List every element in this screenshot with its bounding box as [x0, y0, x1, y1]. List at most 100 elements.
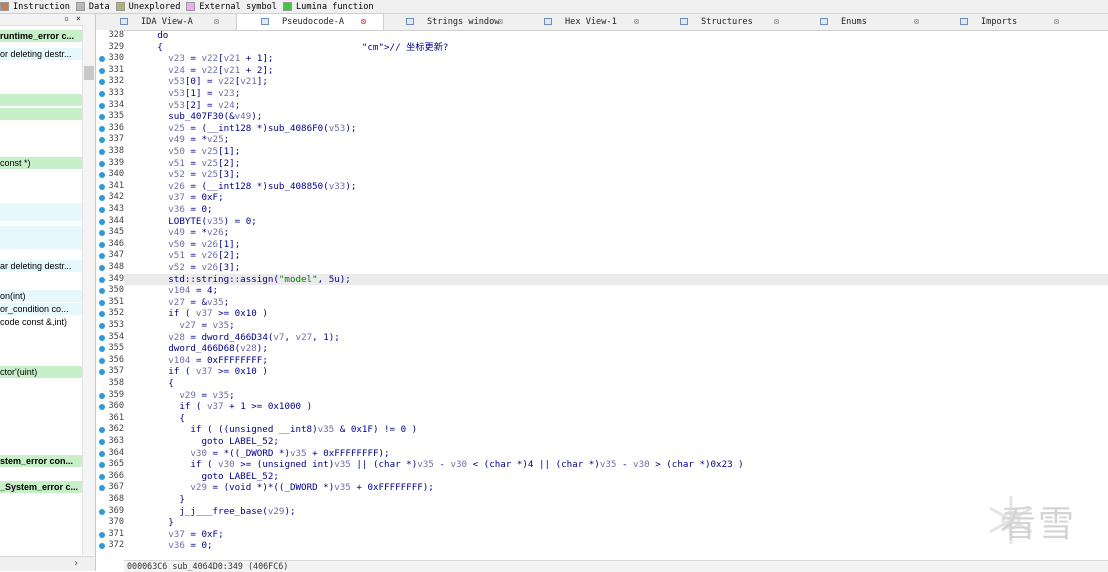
code-line[interactable]: v53[0] = v22[v21];	[124, 76, 1108, 88]
code-line[interactable]: if ( v30 >= (unsigned int)v35 || (char *…	[124, 459, 1108, 471]
breakpoint-dot-icon[interactable]	[99, 392, 105, 399]
breakpoint-dot-icon[interactable]	[99, 207, 105, 213]
breakpoint-dot-icon[interactable]	[99, 276, 105, 283]
code-line[interactable]: v24 = v22[v21 + 2];	[124, 65, 1108, 77]
code-line[interactable]: v30 = *((_DWORD *)v35 + 0xFFFFFFFF);	[124, 448, 1108, 460]
code-line[interactable]: v26 = (__int128 *)sub_408850(v33);	[124, 181, 1108, 193]
tab-4[interactable]: Structures ⊠	[656, 14, 796, 30]
code-line[interactable]: do	[124, 30, 1108, 42]
function-list-item[interactable]: ctor'(uint)	[0, 366, 82, 378]
code-line[interactable]: if ( ((unsigned __int8)v35 & 0x1F) != 0 …	[124, 424, 1108, 436]
function-list-item[interactable]: code const &,int)	[0, 316, 82, 328]
code-line[interactable]: v51 = v26[2];	[124, 250, 1108, 262]
functions-panel: ▫ × runtime_error c... or deleting destr.…	[0, 14, 96, 571]
function-list-item[interactable]: const *)	[0, 157, 82, 169]
breakpoint-dot-icon[interactable]	[99, 531, 105, 538]
code-line[interactable]: v53[2] = v24;	[124, 100, 1108, 112]
code-line[interactable]: v23 = v22[v21 + 1];	[124, 53, 1108, 65]
code-line[interactable]: v52 = v26[3];	[124, 262, 1108, 274]
code-line[interactable]: v52 = v25[3];	[124, 169, 1108, 181]
breakpoint-dot-icon[interactable]	[99, 102, 105, 109]
tab-close-icon[interactable]: ⊠	[914, 14, 919, 30]
code-line[interactable]: v36 = 0;	[124, 204, 1108, 216]
breakpoint-dot-icon[interactable]	[99, 125, 105, 132]
code-line[interactable]: if ( v37 + 1 >= 0x1000 )	[124, 401, 1108, 413]
function-list-item[interactable]: stem_error con...	[0, 455, 82, 467]
code-line[interactable]: v51 = v25[2];	[124, 158, 1108, 170]
code-line[interactable]: if ( v37 >= 0x10 )	[124, 366, 1108, 378]
breakpoint-dot-icon[interactable]	[99, 67, 105, 74]
code-line[interactable]: {	[124, 378, 1108, 390]
function-list-item[interactable]: _System_error c...	[0, 481, 82, 493]
breakpoint-dot-icon[interactable]	[99, 160, 105, 167]
breakpoint-dot-icon[interactable]	[99, 91, 105, 97]
code-line[interactable]: v28 = dword_466D34(v7, v27, 1);	[124, 332, 1108, 344]
horizontal-scrollbar[interactable]: ›	[0, 556, 95, 571]
breakpoint-dot-icon[interactable]	[99, 241, 105, 248]
function-list-item[interactable]: ar deleting destr...	[0, 260, 82, 272]
code-line[interactable]: std::string::assign("model", 5u);	[124, 273, 1108, 286]
code-line[interactable]: v25 = (__int128 *)sub_4086F0(v53);	[124, 123, 1108, 135]
function-list-item[interactable]: on(int)	[0, 290, 82, 302]
tab-close-icon[interactable]: ⊠	[774, 14, 779, 30]
tab-close-icon[interactable]: ⊠	[634, 14, 639, 30]
scroll-right-arrow-icon[interactable]: ›	[73, 557, 79, 570]
code-line[interactable]: v49 = *v25;	[124, 134, 1108, 146]
code-line[interactable]: v104 = 4;	[124, 285, 1108, 297]
functions-scrollbar[interactable]	[82, 25, 95, 555]
code-line[interactable]: { "cm">// 坐标更新?	[124, 42, 1108, 54]
code-line[interactable]: v29 = v35;	[124, 390, 1108, 402]
code-line[interactable]: v27 = v35;	[124, 320, 1108, 332]
breakpoint-dot-icon[interactable]	[99, 450, 105, 457]
code-line[interactable]: sub_407F30(&v49);	[124, 111, 1108, 123]
function-list-item[interactable]	[0, 108, 82, 120]
breakpoint-dot-icon[interactable]	[99, 473, 105, 480]
code-line[interactable]: v50 = v25[1];	[124, 146, 1108, 158]
breakpoint-dot-icon[interactable]	[99, 334, 105, 341]
code-line[interactable]: if ( v37 >= 0x10 )	[124, 308, 1108, 320]
breakpoint-dot-icon[interactable]	[99, 508, 105, 515]
tab-5[interactable]: Enums ⊠	[796, 14, 936, 30]
code-line[interactable]: LOBYTE(v35) = 0;	[124, 216, 1108, 228]
breakpoint-dot-icon[interactable]	[99, 357, 105, 364]
function-list-item[interactable]	[0, 209, 82, 221]
tab-3[interactable]: Hex View-1 ⊠	[520, 14, 656, 30]
function-list-item[interactable]	[0, 94, 82, 106]
line-number: 368	[108, 494, 124, 504]
scrollbar-thumb[interactable]	[84, 66, 94, 80]
code-line[interactable]: v37 = 0xF;	[124, 192, 1108, 204]
breakpoint-dot-icon[interactable]	[99, 299, 105, 306]
panel-close-button[interactable]: ×	[76, 14, 81, 23]
tab-close-icon[interactable]: ⊠	[1054, 14, 1059, 30]
legend-swatch	[115, 2, 125, 11]
code-line[interactable]: goto LABEL_52;	[124, 471, 1108, 483]
tab-close-icon[interactable]: ⊠	[361, 14, 366, 30]
tab-close-icon[interactable]: ⊠	[214, 14, 219, 30]
pseudocode-view[interactable]: do { "cm">// 坐标更新? v23 = v22[v21 + 1]; v…	[124, 30, 1108, 560]
code-line[interactable]: v50 = v26[1];	[124, 239, 1108, 251]
breakpoint-dot-icon[interactable]	[99, 149, 105, 155]
code-line[interactable]: {	[124, 413, 1108, 425]
code-line[interactable]: v53[1] = v23;	[124, 88, 1108, 100]
functions-panel-header: ▫ ×	[0, 14, 95, 26]
code-line[interactable]: dword_466D68(v28);	[124, 343, 1108, 355]
function-list-item[interactable]: runtime_error c...	[0, 30, 82, 42]
breakpoint-dot-icon[interactable]	[99, 218, 105, 225]
tab-0[interactable]: IDA View-A ⊠	[96, 14, 236, 30]
panel-float-button[interactable]: ▫	[64, 14, 69, 23]
tab-2[interactable]: Strings window ⊠	[382, 14, 520, 30]
tab-close-icon[interactable]: ⊠	[498, 14, 503, 30]
code-line[interactable]: v27 = &v35;	[124, 297, 1108, 309]
breakpoint-dot-icon[interactable]	[99, 265, 105, 271]
tab-1[interactable]: Pseudocode-A ⊠	[236, 14, 384, 30]
code-line[interactable]: goto LABEL_52;	[124, 436, 1108, 448]
breakpoint-dot-icon[interactable]	[99, 439, 105, 445]
code-line[interactable]: v49 = *v26;	[124, 227, 1108, 239]
function-list-item[interactable]: or_condition co...	[0, 303, 82, 315]
tab-6[interactable]: Imports ⊠	[936, 14, 1076, 30]
breakpoint-dot-icon[interactable]	[99, 323, 105, 329]
function-list-item[interactable]: or deleting destr...	[0, 48, 82, 60]
function-list-item[interactable]	[0, 237, 82, 249]
breakpoint-dot-icon[interactable]	[99, 183, 105, 190]
code-line[interactable]: v104 = 0xFFFFFFFF;	[124, 355, 1108, 367]
